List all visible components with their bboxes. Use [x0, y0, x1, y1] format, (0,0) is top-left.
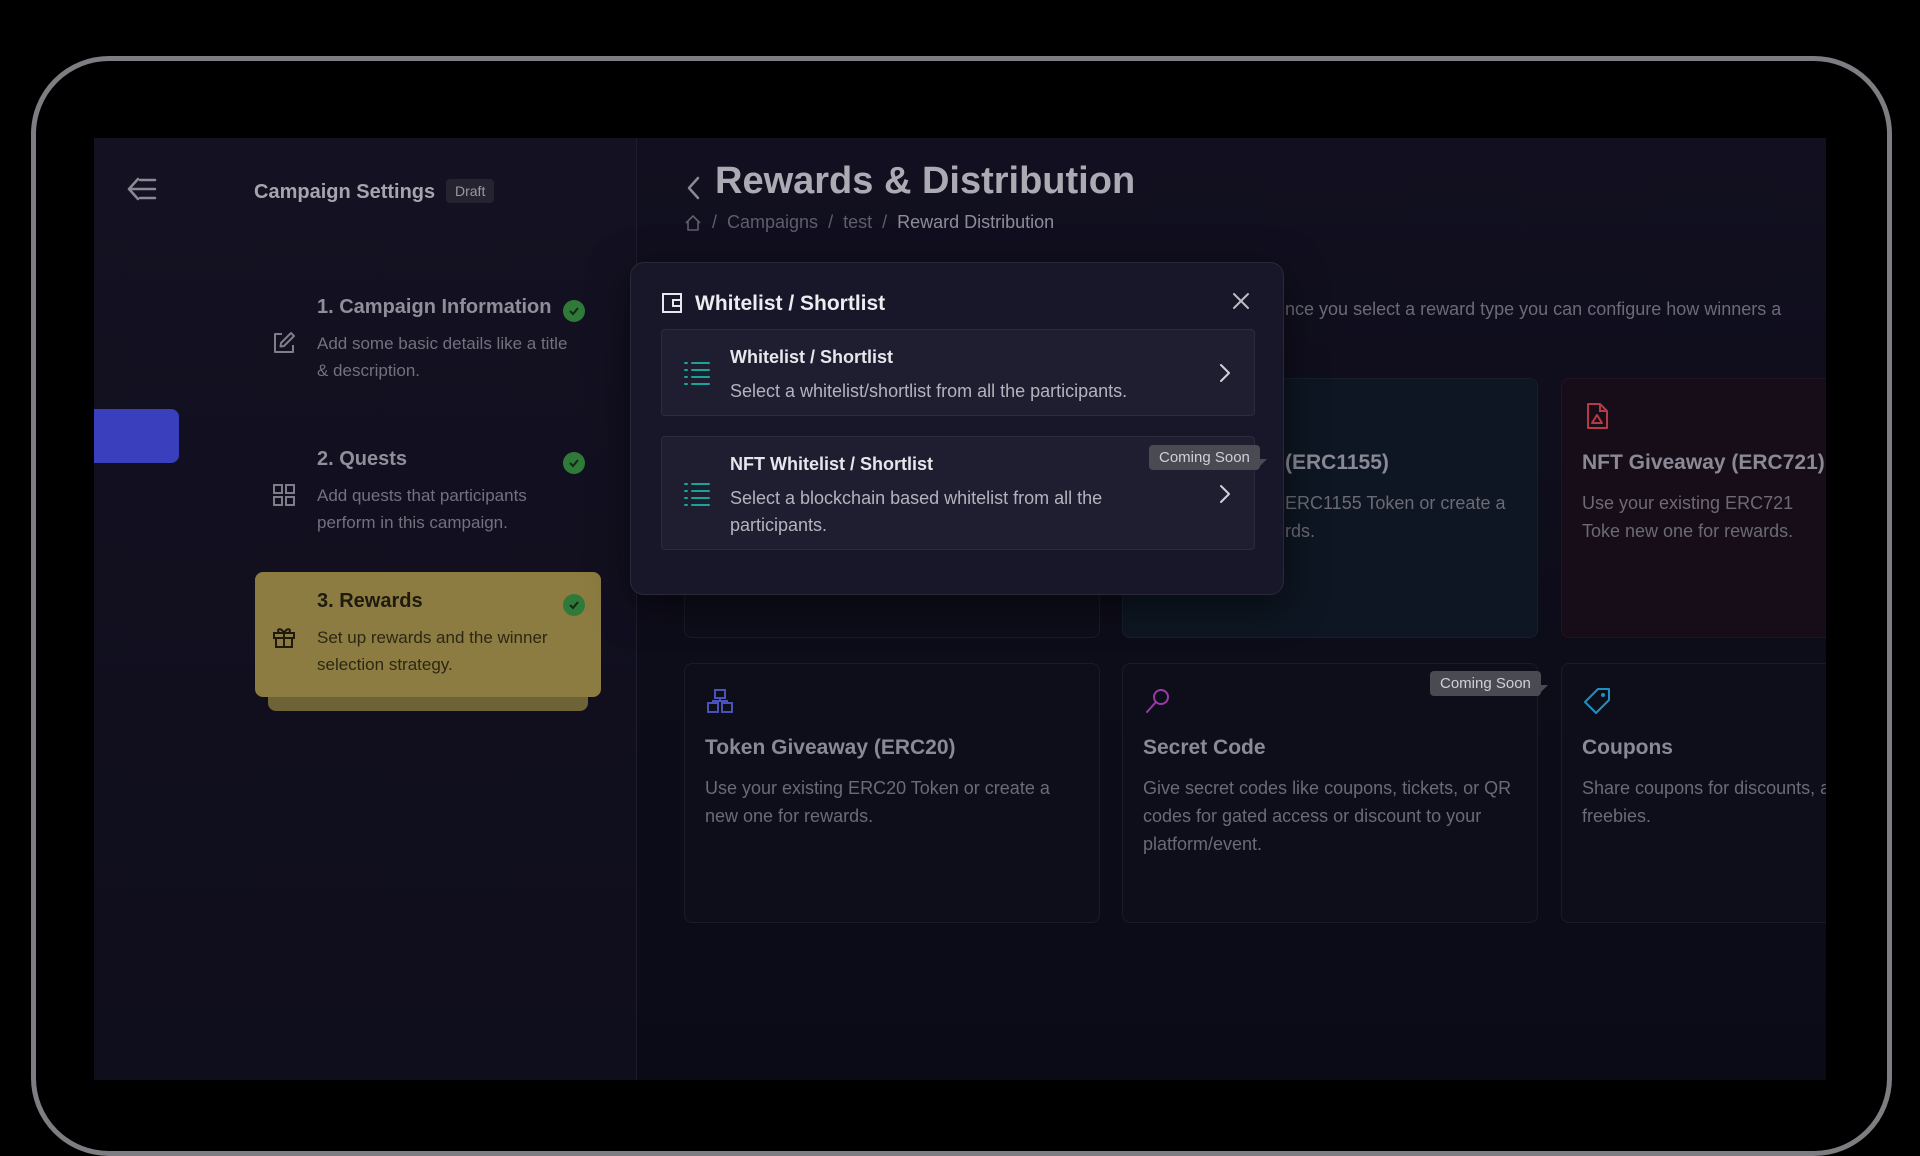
reward-card-erc20[interactable]: Token Giveaway (ERC20) Use your existing… [684, 663, 1100, 923]
card-title: (ERC1155) [1285, 451, 1389, 474]
breadcrumb-current: Reward Distribution [897, 212, 1055, 232]
sidebar-title: Campaign Settings [254, 181, 436, 203]
card-description: Use your existing ERC20 Token or create … [705, 778, 1050, 826]
card-title: NFT Giveaway (ERC721) [1582, 451, 1825, 474]
wallet-icon [662, 293, 682, 313]
step-quests[interactable]: 2. Quests Add quests that participants p… [255, 430, 601, 550]
card-description: ERC1155 Token or create a rds. [1285, 493, 1506, 541]
coming-soon-badge: Coming Soon [1149, 445, 1267, 470]
reward-card-erc721[interactable]: NFT Giveaway (ERC721) Use your existing … [1561, 378, 1826, 638]
key-icon [1146, 689, 1169, 713]
whitelist-modal: Whitelist / Shortlist Whitelist / Shortl… [630, 262, 1284, 595]
card-description: Give secret codes like coupons, tickets,… [1143, 778, 1512, 854]
option-title: NFT Whitelist / Shortlist [730, 454, 933, 474]
list-icon [684, 362, 710, 385]
reward-card-coupons[interactable]: Coupons Share coupons for discounts, a f… [1561, 663, 1826, 923]
back-chevron-icon[interactable] [684, 174, 704, 202]
intro-text: gn. Once you select a reward type you ca… [1241, 299, 1782, 319]
check-icon [563, 300, 585, 322]
file-icon [1587, 403, 1608, 429]
grid-icon [273, 484, 295, 506]
breadcrumb-campaigns[interactable]: Campaigns [727, 212, 818, 233]
status-badge: Draft [446, 179, 495, 203]
home-icon[interactable] [684, 214, 702, 232]
option-description: Select a whitelist/shortlist from all th… [730, 381, 1128, 401]
list-icon [684, 483, 710, 506]
blocks-icon [707, 689, 733, 713]
step-campaign-information[interactable]: 1. Campaign Information Add some basic d… [255, 278, 601, 398]
card-title: Secret Code [1143, 736, 1266, 759]
breadcrumb-test[interactable]: test [843, 212, 872, 233]
close-icon[interactable] [1229, 289, 1253, 313]
step-description: Add quests that participants perform in … [317, 486, 527, 532]
step-title: 2. Quests [317, 448, 408, 470]
option-whitelist[interactable]: Whitelist / Shortlist Select a whitelist… [661, 329, 1255, 416]
card-title: Coupons [1582, 736, 1673, 759]
chevron-right-icon [1220, 485, 1230, 503]
step-title: 3. Rewards [317, 590, 423, 612]
reward-card-secret-code[interactable]: Secret Code Give secret codes like coupo… [1122, 663, 1538, 923]
modal-title: Whitelist / Shortlist [695, 292, 886, 315]
step-rewards[interactable]: 3. Rewards Set up rewards and the winner… [255, 572, 601, 697]
check-icon [563, 594, 585, 616]
step-shadow [268, 695, 588, 711]
tag-icon [1584, 688, 1610, 714]
step-description: Add some basic details like a title & de… [317, 334, 568, 380]
gift-icon [273, 628, 295, 648]
card-title: Token Giveaway (ERC20) [705, 736, 956, 759]
check-icon [563, 452, 585, 474]
active-nav-indicator[interactable] [94, 409, 179, 463]
card-description: Share coupons for discounts, a freebies. [1582, 778, 1826, 826]
page-title: Rewards & Distribution [715, 160, 1136, 202]
card-description: Use your existing ERC721 Toke new one fo… [1582, 493, 1794, 541]
app-screen: Campaign Settings Draft 1. Campaign Info… [94, 138, 1826, 1080]
sidebar: Campaign Settings Draft 1. Campaign Info… [94, 138, 636, 1080]
coming-soon-badge: Coming Soon [1430, 671, 1548, 696]
option-description: Select a blockchain based whitelist from… [730, 488, 1103, 535]
chevron-right-icon [1220, 364, 1230, 382]
step-title: 1. Campaign Information [317, 296, 552, 318]
option-title: Whitelist / Shortlist [730, 347, 894, 367]
collapse-sidebar-icon[interactable] [126, 176, 158, 202]
edit-icon [274, 332, 295, 353]
step-description: Set up rewards and the winner selection … [317, 628, 548, 674]
breadcrumb: / Campaigns / test / Reward Distribution [684, 212, 1054, 233]
